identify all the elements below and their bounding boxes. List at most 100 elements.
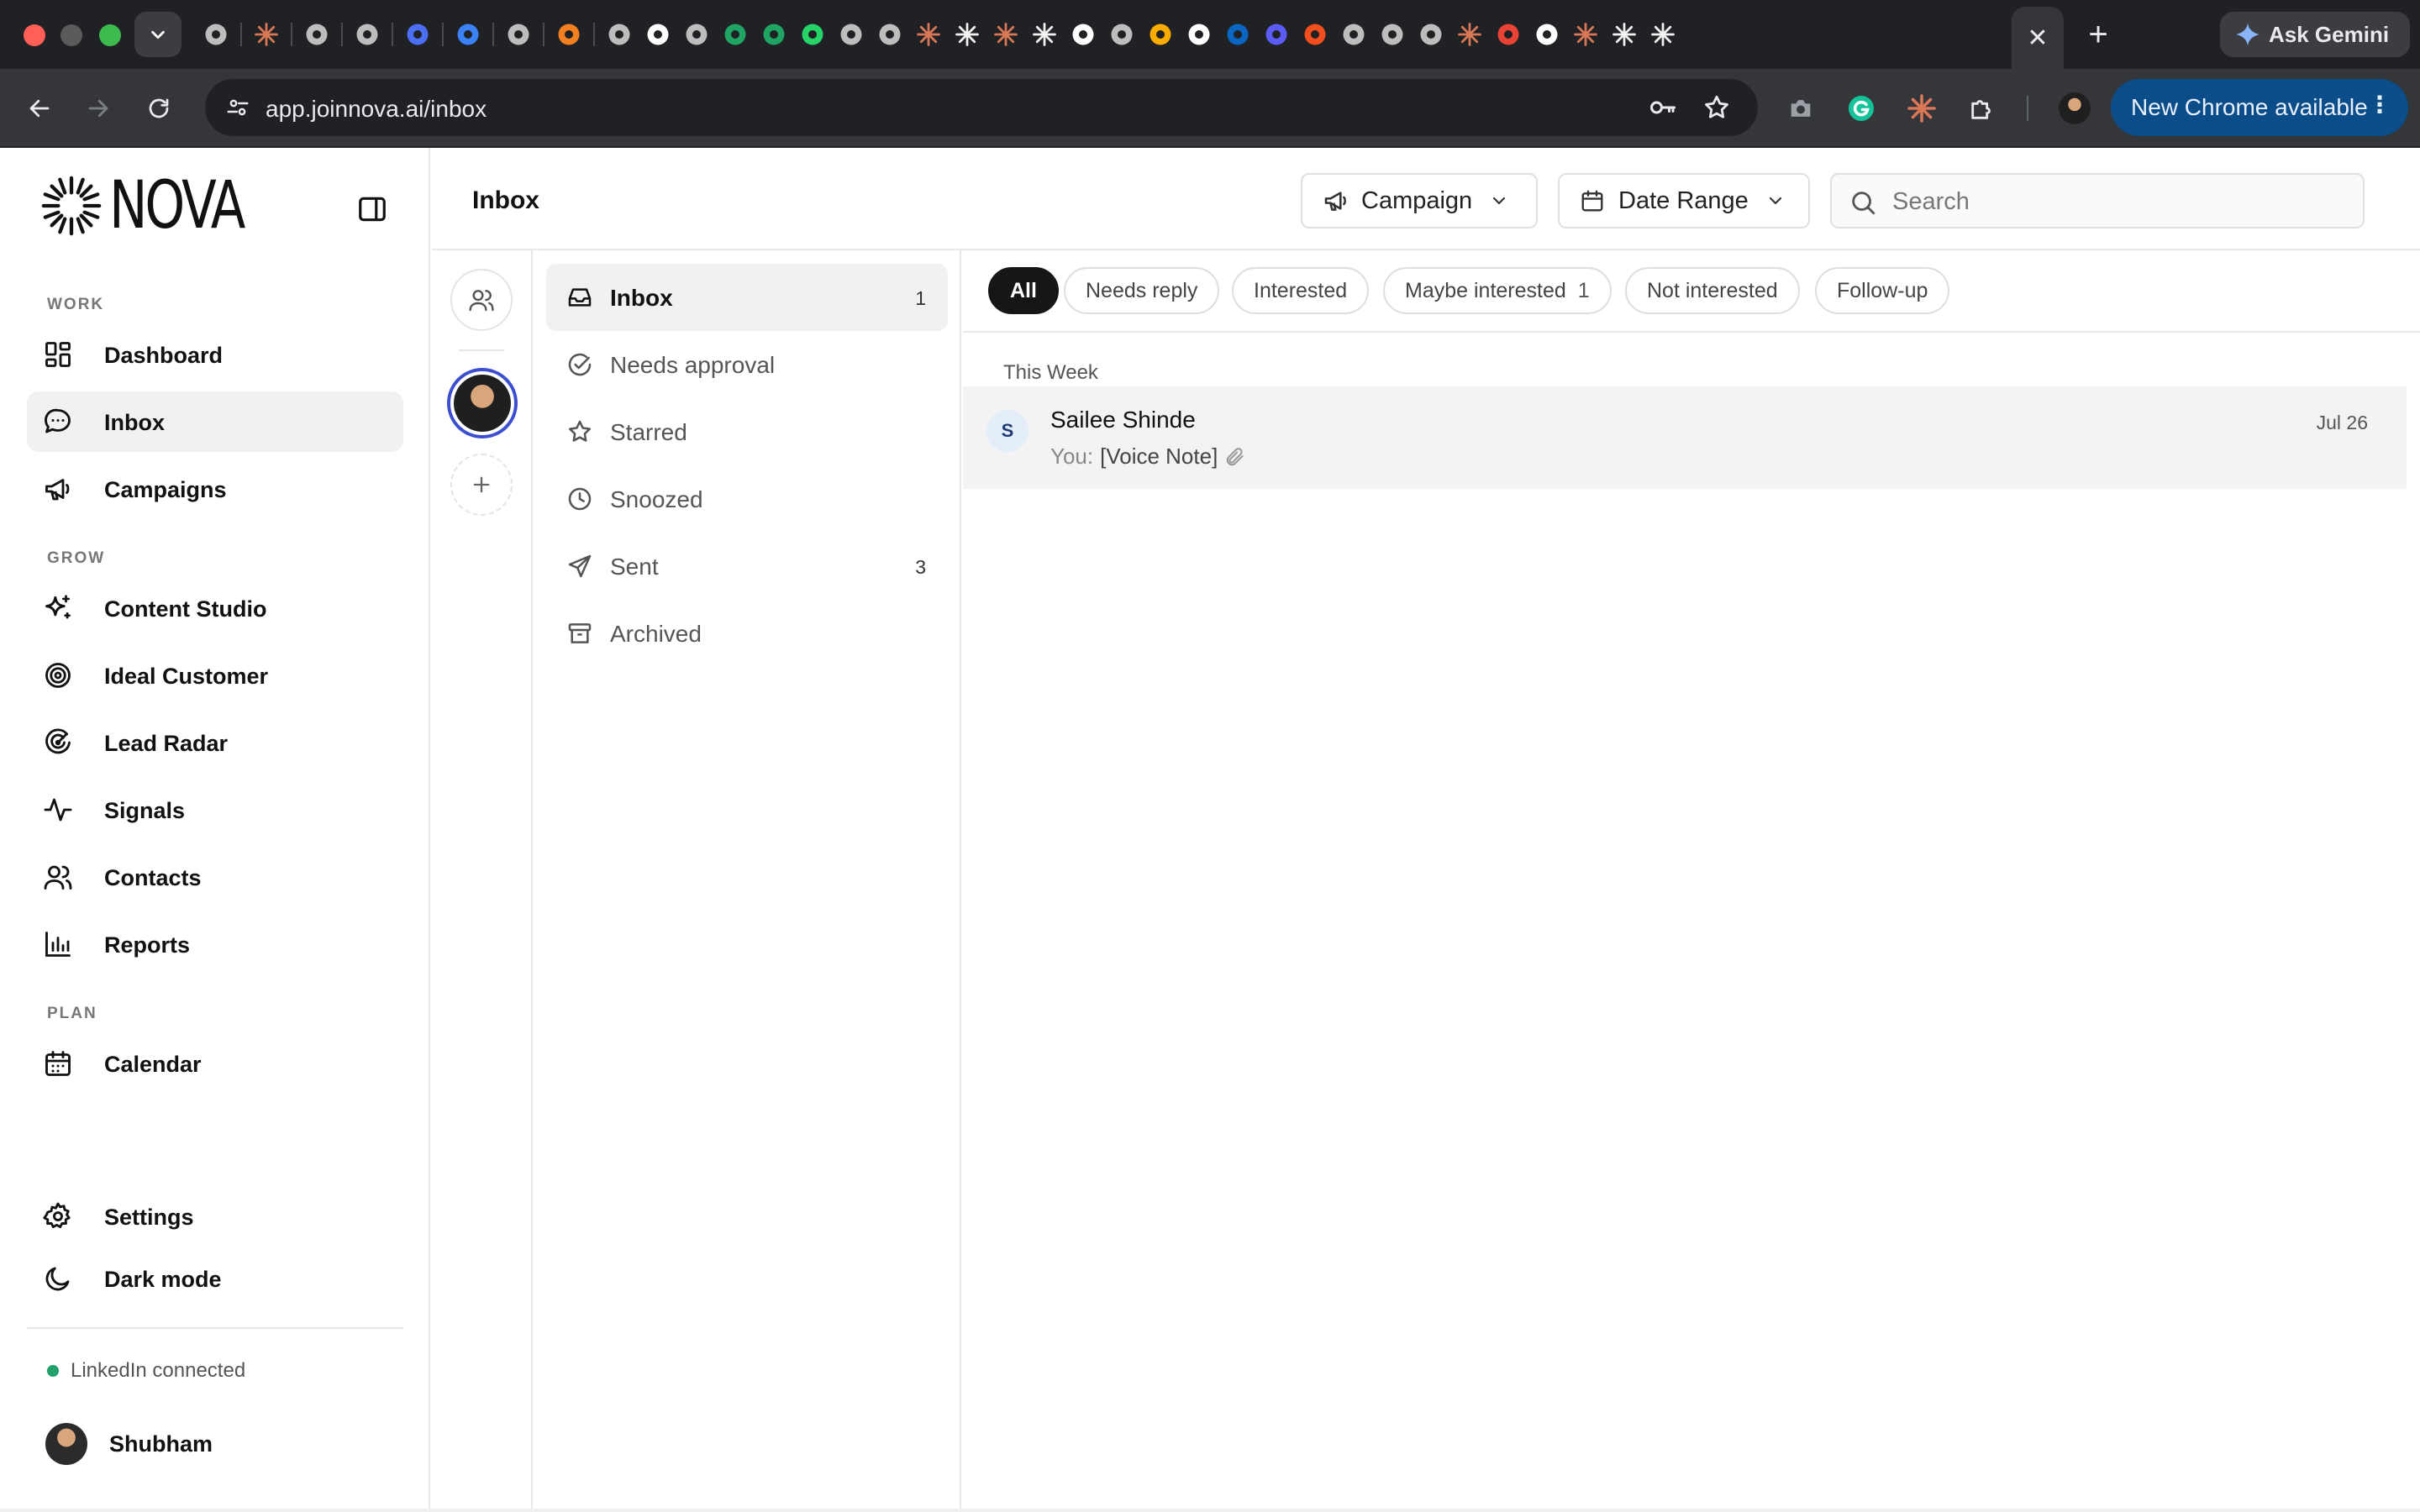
tab-separator (392, 23, 393, 46)
url-text[interactable]: app.joinnova.ai/inbox (266, 96, 487, 123)
whatsapp-icon[interactable] (798, 20, 827, 49)
folder-archived[interactable]: Archived (546, 600, 948, 667)
search-input[interactable] (1892, 183, 2346, 220)
chip-label: Follow-up (1837, 278, 1928, 302)
tab-search-button[interactable] (134, 12, 182, 57)
nova-icon[interactable] (953, 20, 981, 49)
claude-icon[interactable] (992, 20, 1020, 49)
nova-icon[interactable] (1030, 20, 1059, 49)
linkedin-icon[interactable] (1223, 20, 1252, 49)
analytics-icon[interactable] (1146, 20, 1175, 49)
claude-icon[interactable] (252, 20, 281, 49)
medium-icon[interactable] (876, 20, 904, 49)
bookmark-star-icon[interactable] (1696, 87, 1738, 129)
site-settings-icon[interactable] (217, 87, 259, 129)
filter-chip-all[interactable]: All (988, 267, 1059, 314)
folder-needs-approval[interactable]: Needs approval (546, 331, 948, 398)
perplexity-icon[interactable] (1417, 20, 1445, 49)
update-label: New Chrome available (2131, 94, 2368, 120)
claude-extension-icon[interactable] (1901, 87, 1943, 129)
forward-button[interactable] (77, 87, 119, 129)
date-range-dropdown[interactable]: Date Range (1558, 173, 1810, 228)
drive-icon[interactable] (721, 20, 750, 49)
figma-icon[interactable] (1301, 20, 1329, 49)
address-bar[interactable]: app.joinnova.ai/inbox (205, 79, 1758, 136)
nav-item-contacts[interactable]: Contacts (27, 847, 403, 907)
nav-item-lead-radar[interactable]: Lead Radar (27, 712, 403, 773)
window-minimize-button[interactable] (60, 24, 82, 46)
nova-icon[interactable] (1610, 20, 1639, 49)
vercel-icon[interactable] (353, 20, 381, 49)
folder-sent[interactable]: Sent 3 (546, 533, 948, 600)
grok-icon[interactable] (504, 20, 533, 49)
reload-button[interactable] (138, 87, 180, 129)
filter-chip-not-interested[interactable]: Not interested (1625, 267, 1800, 314)
loader-icon[interactable] (682, 20, 711, 49)
nav-item-content-studio[interactable]: Content Studio (27, 578, 403, 638)
perplexity-icon[interactable] (302, 20, 331, 49)
chatgpt-icon[interactable] (202, 20, 230, 49)
globe-icon[interactable] (403, 20, 432, 49)
claude-icon[interactable] (1571, 20, 1600, 49)
nav-item-dark-mode[interactable]: Dark mode (27, 1248, 403, 1309)
github-icon[interactable] (644, 20, 672, 49)
nav-item-calendar[interactable]: Calendar (27, 1033, 403, 1094)
play-icon[interactable] (837, 20, 865, 49)
sparkles-icon (42, 592, 74, 624)
user-profile[interactable]: Shubham (45, 1423, 213, 1465)
cloud-icon[interactable] (555, 20, 583, 49)
target-icon[interactable] (1107, 20, 1136, 49)
window-zoom-button[interactable] (99, 24, 121, 46)
nav-item-settings[interactable]: Settings (27, 1186, 403, 1247)
ask-gemini-button[interactable]: Ask Gemini (2220, 12, 2410, 57)
nav-item-reports[interactable]: Reports (27, 914, 403, 974)
profile-avatar-icon[interactable] (2054, 87, 2096, 129)
spotify-icon[interactable] (605, 20, 634, 49)
grammarly-extension-icon[interactable] (1840, 87, 1882, 129)
nav-item-inbox[interactable]: Inbox (27, 391, 403, 452)
campaign-dropdown[interactable]: Campaign (1301, 173, 1538, 228)
gemini-icon[interactable] (1378, 20, 1407, 49)
account-avatar-selected[interactable] (447, 368, 518, 438)
add-account-button[interactable] (450, 454, 513, 516)
github-icon[interactable] (1533, 20, 1561, 49)
camera-extension-icon[interactable] (1780, 87, 1822, 129)
filter-chip-needs-reply[interactable]: Needs reply (1064, 267, 1220, 314)
claude-icon[interactable] (1455, 20, 1484, 49)
new-chrome-available-button[interactable]: New Chrome available ⋮ (2111, 79, 2408, 136)
nav-item-signals[interactable]: Signals (27, 780, 403, 840)
x-icon[interactable] (1185, 20, 1213, 49)
nova-logo[interactable]: NOVA (39, 173, 281, 239)
folder-snoozed[interactable]: Snoozed (546, 465, 948, 533)
send-icon[interactable] (454, 20, 482, 49)
nav-item-dashboard[interactable]: Dashboard (27, 324, 403, 385)
thread-row[interactable]: S Sailee Shinde You: [Voice Note] Jul 26 (963, 386, 2407, 489)
close-tab-icon[interactable]: ✕ (2027, 24, 2048, 53)
new-tab-button[interactable]: + (2079, 15, 2118, 54)
back-button[interactable] (18, 87, 60, 129)
tab-strip (202, 15, 2008, 54)
password-key-icon[interactable] (1642, 87, 1684, 129)
filter-chip-interested[interactable]: Interested (1232, 267, 1370, 314)
folder-inbox[interactable]: Inbox 1 (546, 264, 948, 331)
collapse-sidebar-button[interactable] (351, 188, 393, 230)
chat-icon[interactable] (1262, 20, 1291, 49)
drive-icon[interactable] (760, 20, 788, 49)
openai-icon[interactable] (1339, 20, 1368, 49)
all-accounts-button[interactable] (450, 269, 513, 331)
nova-icon[interactable] (1649, 20, 1677, 49)
filter-chip-maybe-interested[interactable]: Maybe interested 1 (1383, 267, 1612, 314)
filter-chip-follow-up[interactable]: Follow-up (1815, 267, 1950, 314)
nav-item-ideal-customer[interactable]: Ideal Customer (27, 645, 403, 706)
window-close-button[interactable] (24, 24, 45, 46)
sidebar: NOVA WORK Dashboard Inbox Campaigns GROW (0, 148, 430, 1512)
folder-starred[interactable]: Starred (546, 398, 948, 465)
extensions-puzzle-icon[interactable] (1961, 87, 2003, 129)
gmail-icon[interactable] (1494, 20, 1523, 49)
claude-icon[interactable] (914, 20, 943, 49)
search-box[interactable] (1830, 173, 2365, 228)
github-icon[interactable] (1069, 20, 1097, 49)
more-vertical-icon[interactable]: ⋮ (2368, 91, 2391, 118)
nav-item-campaigns[interactable]: Campaigns (27, 459, 403, 519)
active-tab[interactable]: ✕ (2012, 7, 2064, 69)
